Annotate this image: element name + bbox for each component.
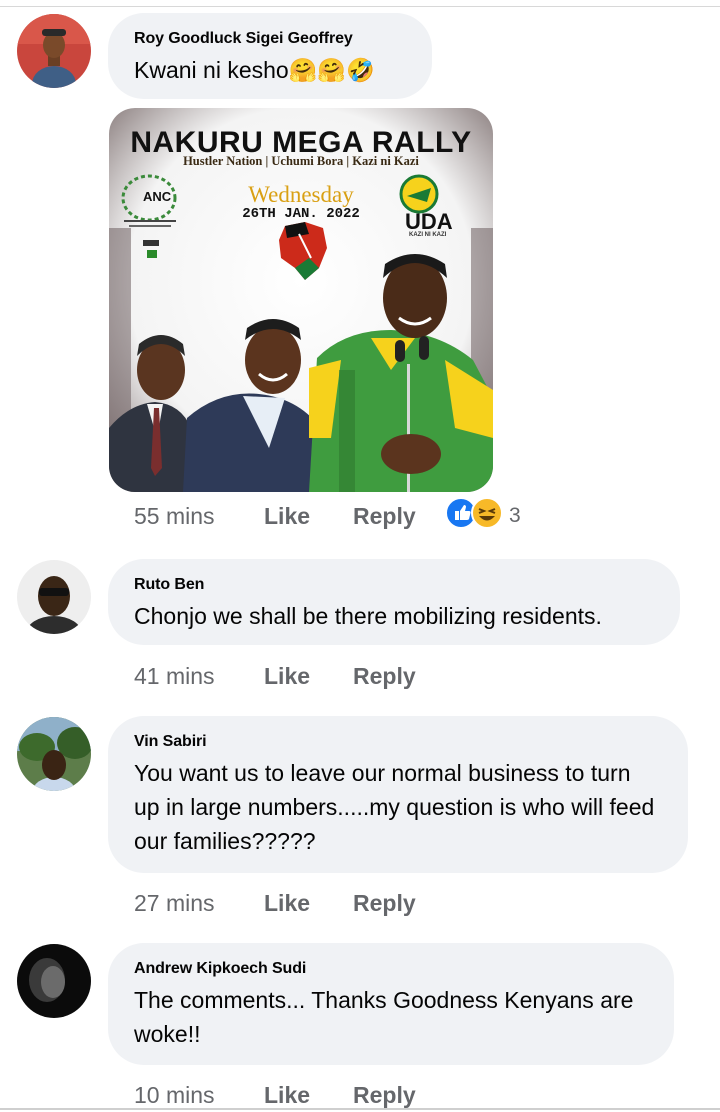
anc-logo-text: ANC: [143, 189, 172, 204]
comment-author[interactable]: Andrew Kipkoech Sudi: [134, 959, 648, 979]
comment-text: The comments... Thanks Goodness Kenyans …: [134, 987, 634, 1047]
comment-author[interactable]: Roy Goodluck Sigei Geoffrey: [134, 29, 406, 49]
poster-date: 26TH JAN. 2022: [242, 206, 360, 222]
top-divider: [0, 6, 720, 7]
comment-text: Kwani ni kesho🤗🤗🤣: [134, 57, 375, 83]
comment-bubble: Andrew Kipkoech Sudi The comments... Tha…: [108, 943, 674, 1065]
like-button[interactable]: Like: [264, 890, 353, 917]
reactions-summary[interactable]: 3: [445, 497, 521, 535]
like-button[interactable]: Like: [264, 1082, 353, 1109]
comment-text: Chonjo we shall be there mobilizing resi…: [134, 603, 602, 629]
comment-actions: 55 mins Like Reply 3: [134, 497, 521, 535]
poster-subtitle: Hustler Nation | Uchumi Bora | Kazi ni K…: [183, 154, 419, 168]
reply-button[interactable]: Reply: [353, 1082, 445, 1109]
comment-timestamp[interactable]: 10 mins: [134, 1082, 264, 1109]
comment-bubble: Roy Goodluck Sigei Geoffrey Kwani ni kes…: [108, 13, 432, 99]
reaction-count: 3: [509, 504, 521, 527]
bottom-divider: [0, 1108, 720, 1110]
comment-actions: 41 mins Like Reply: [134, 660, 445, 692]
reply-button[interactable]: Reply: [353, 890, 445, 917]
avatar[interactable]: [17, 560, 91, 634]
poster-day: Wednesday: [248, 182, 354, 207]
like-button[interactable]: Like: [264, 503, 353, 530]
comment-author[interactable]: Vin Sabiri: [134, 732, 662, 752]
reply-button[interactable]: Reply: [353, 663, 445, 690]
comment-author[interactable]: Ruto Ben: [134, 575, 654, 595]
comment-text: You want us to leave our normal business…: [134, 760, 655, 854]
comment-actions: 10 mins Like Reply: [134, 1079, 445, 1111]
uda-slogan: KAZI NI KAZI: [409, 232, 447, 238]
comment-bubble: Ruto Ben Chonjo we shall be there mobili…: [108, 559, 680, 645]
comment-actions: 27 mins Like Reply: [134, 887, 445, 919]
comment-timestamp[interactable]: 55 mins: [134, 503, 264, 530]
comment-image-attachment[interactable]: NAKURU MEGA RALLY Hustler Nation | Uchum…: [109, 108, 493, 492]
comment-bubble: Vin Sabiri You want us to leave our norm…: [108, 716, 688, 873]
comment-timestamp[interactable]: 27 mins: [134, 890, 264, 917]
reply-button[interactable]: Reply: [353, 503, 445, 530]
comment-timestamp[interactable]: 41 mins: [134, 663, 264, 690]
avatar[interactable]: [17, 717, 91, 791]
like-button[interactable]: Like: [264, 663, 353, 690]
avatar[interactable]: [17, 944, 91, 1018]
avatar[interactable]: [17, 14, 91, 88]
haha-reaction-icon: [471, 497, 503, 535]
